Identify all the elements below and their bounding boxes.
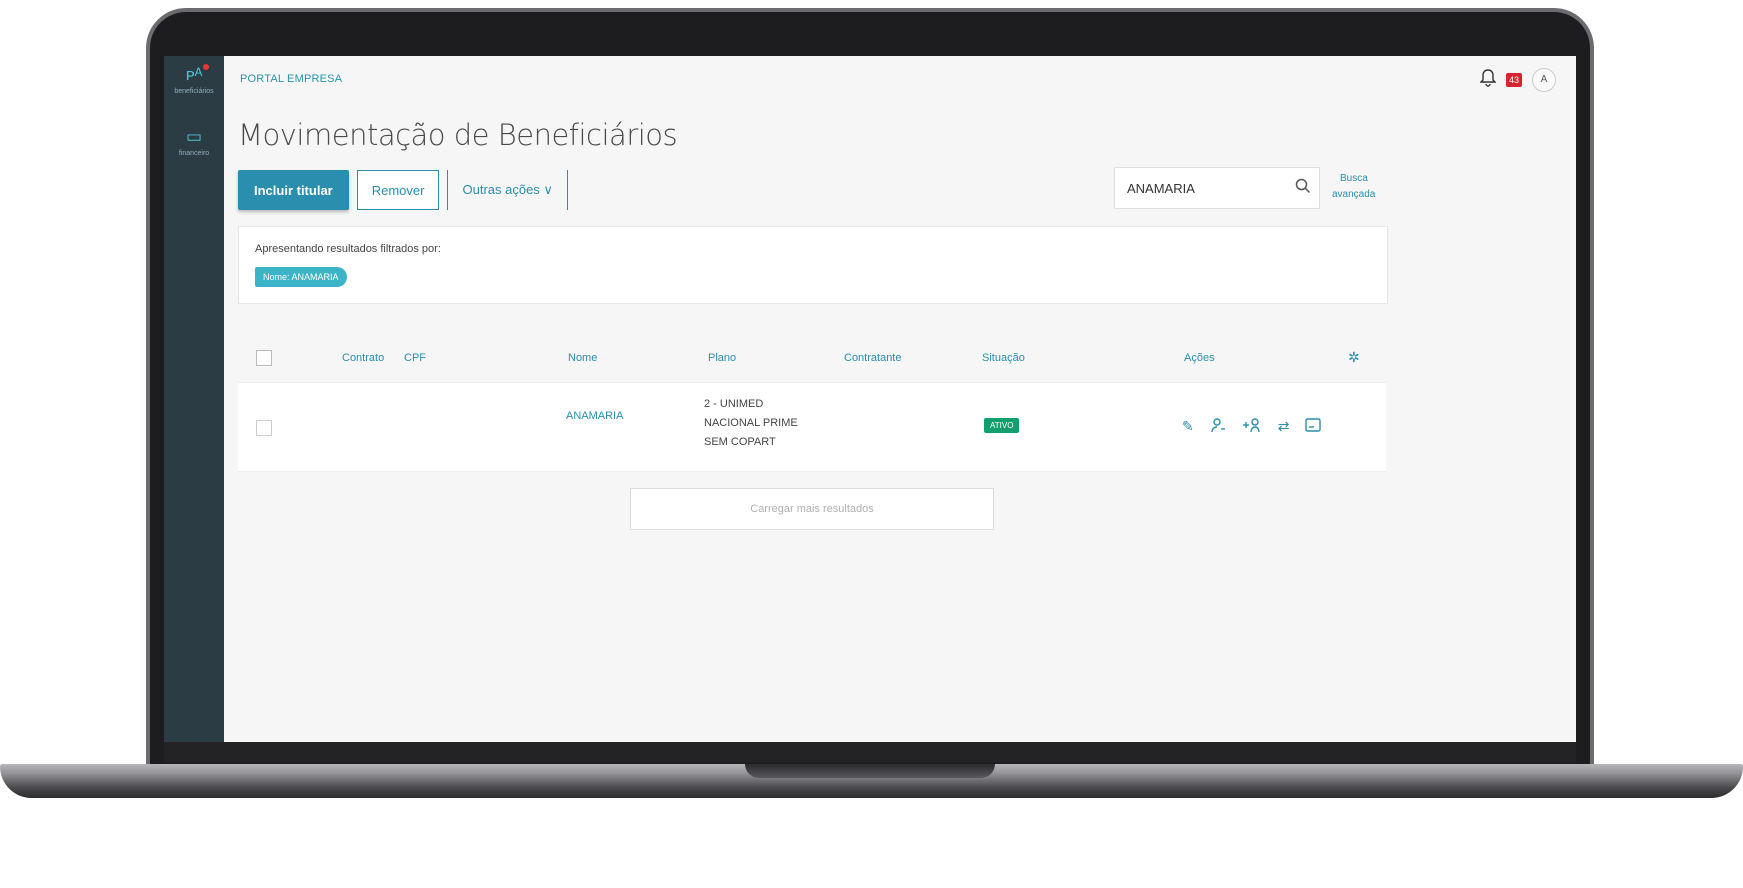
gear-icon[interactable]: ✲ <box>1348 349 1360 366</box>
people-icon: ᴩᴬ <box>185 65 203 84</box>
column-situacao[interactable]: Situação <box>982 352 1025 364</box>
column-plano[interactable]: Plano <box>708 352 736 364</box>
column-contratante[interactable]: Contratante <box>844 352 901 364</box>
avatar[interactable]: A <box>1532 68 1556 92</box>
select-all-checkbox[interactable] <box>256 350 272 366</box>
toolbar: Incluir titular Remover Outras ações ∨ <box>238 170 568 210</box>
advanced-search-link[interactable]: Busca avançada <box>1332 171 1392 203</box>
include-holder-button[interactable]: Incluir titular <box>238 170 349 210</box>
column-acoes: Ações <box>1184 352 1215 364</box>
page-title: Movimentação de Beneficiários <box>238 118 678 152</box>
bell-icon[interactable] <box>1479 68 1497 92</box>
advanced-search-line2: avançada <box>1332 189 1376 200</box>
remove-button[interactable]: Remover <box>356 170 440 210</box>
sidebar: ᴩᴬ beneficiários ▭ financeiro <box>164 56 224 742</box>
card-icon: ▭ <box>185 127 203 146</box>
row-checkbox[interactable] <box>256 420 272 436</box>
brand-title[interactable]: PORTAL EMPRESA <box>240 73 342 85</box>
plan-line: SEM COPART <box>704 436 776 448</box>
plan-cell: 2 - UNIMED NACIONAL PRIME SEM COPART <box>704 395 798 452</box>
header-actions: 43 A <box>1479 68 1556 92</box>
notification-dot <box>203 64 209 70</box>
status-badge-cell: ATIVO <box>984 418 1020 433</box>
filter-panel: Apresentando resultados filtrados por: N… <box>238 226 1388 304</box>
sidebar-item-beneficiarios[interactable]: ᴩᴬ beneficiários <box>164 56 224 116</box>
transfer-icon[interactable]: ⇄ <box>1278 418 1290 435</box>
plan-line: NACIONAL PRIME <box>704 417 798 429</box>
column-contrato[interactable]: Contrato <box>342 352 384 364</box>
beneficiary-name-link[interactable]: ANAMARIA <box>566 410 623 422</box>
column-nome[interactable]: Nome <box>568 352 597 364</box>
notification-badge[interactable]: 43 <box>1505 73 1522 87</box>
table-header: Contrato CPF Nome Plano Contratante Situ… <box>238 336 1386 383</box>
screen: ᴩᴬ beneficiários ▭ financeiro PORTAL EMP… <box>164 56 1576 742</box>
laptop-hinge <box>164 742 1576 762</box>
card-icon[interactable] <box>1305 418 1322 435</box>
load-more-button[interactable]: Carregar mais resultados <box>630 488 994 530</box>
status-badge: ATIVO <box>984 418 1020 433</box>
table-row[interactable]: ANAMARIA 2 - UNIMED NACIONAL PRIME SEM C… <box>238 383 1386 472</box>
results-table: Contrato CPF Nome Plano Contratante Situ… <box>238 336 1386 472</box>
filter-chip[interactable]: Nome: ANAMARIA <box>255 267 347 287</box>
search-input[interactable] <box>1115 179 1289 197</box>
sidebar-item-financeiro[interactable]: ▭ financeiro <box>164 118 224 178</box>
advanced-search-line1: Busca <box>1340 173 1368 184</box>
column-cpf[interactable]: CPF <box>404 352 426 364</box>
search-box <box>1114 167 1320 209</box>
add-dependent-icon[interactable] <box>1242 417 1262 436</box>
sidebar-item-label: beneficiários <box>174 88 214 95</box>
filter-label: Apresentando resultados filtrados por: <box>255 243 441 255</box>
user-remove-icon[interactable] <box>1210 417 1226 436</box>
edit-icon[interactable]: ✎ <box>1182 418 1194 435</box>
main-content: PORTAL EMPRESA 43 A Movimentação de Bene… <box>224 56 1576 742</box>
row-actions: ✎ ⇄ <box>1182 417 1322 436</box>
laptop-notch <box>745 764 995 778</box>
plan-line: 2 - UNIMED <box>704 398 764 410</box>
more-actions-button[interactable]: Outras ações ∨ <box>447 170 568 210</box>
sidebar-item-label: financeiro <box>178 150 210 157</box>
search-icon[interactable] <box>1295 178 1311 199</box>
